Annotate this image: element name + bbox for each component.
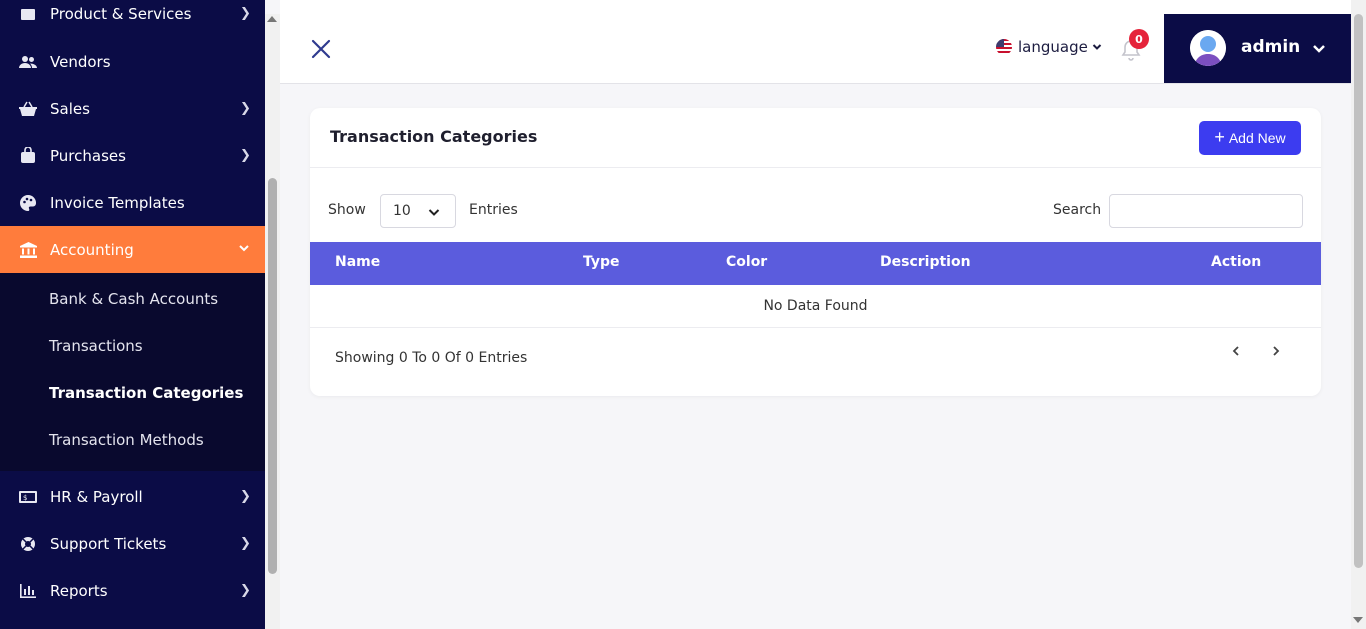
transaction-categories-card: Transaction Categories + Add New Show 10… <box>310 108 1321 396</box>
chevron-right-icon: ❯ <box>240 583 251 598</box>
lifebuoy-icon <box>19 535 37 553</box>
sidebar-item-purchases[interactable]: Purchases ❯ <box>0 132 265 179</box>
chevron-down-icon <box>238 242 250 257</box>
entries-value: 10 <box>393 203 411 219</box>
chevron-down-icon <box>428 209 440 216</box>
chevron-right-icon <box>1273 346 1280 356</box>
sidebar-item-label: Accounting <box>50 240 134 259</box>
sidebar-item-label: Support Tickets <box>50 534 167 553</box>
close-icon <box>311 39 331 59</box>
chevron-right-icon: ❯ <box>240 148 251 163</box>
sidebar-item-label: HR & Payroll <box>50 487 143 506</box>
sidebar-item-hr-payroll[interactable]: $ HR & Payroll ❯ <box>0 473 265 520</box>
sidebar-item-label: Product & Services <box>50 4 192 23</box>
scroll-down-arrow-icon[interactable] <box>1353 617 1363 623</box>
accounting-submenu: Bank & Cash Accounts Transactions Transa… <box>0 273 265 471</box>
add-new-label: Add New <box>1228 130 1286 146</box>
empty-table-message: No Data Found <box>763 298 868 314</box>
sidebar-scrollbar-thumb[interactable] <box>268 178 277 574</box>
basket-icon <box>19 100 37 118</box>
sidebar-item-label: Invoice Templates <box>50 193 185 212</box>
language-selector[interactable]: language <box>996 38 1102 56</box>
sidebar-item-label: Reports <box>50 581 108 600</box>
next-page-button[interactable] <box>1268 343 1284 359</box>
bag-icon <box>19 147 37 165</box>
table-header: Name Type Color Description Action <box>310 242 1321 285</box>
box-icon <box>19 5 37 23</box>
submenu-item-bank-cash-accounts[interactable]: Bank & Cash Accounts <box>49 290 218 308</box>
entries-label: Entries <box>469 202 518 218</box>
column-header-name[interactable]: Name <box>335 254 380 270</box>
sidebar-item-sales[interactable]: Sales ❯ <box>0 85 265 132</box>
sidebar-item-vendors[interactable]: Vendors <box>0 38 265 85</box>
submenu-item-transaction-methods[interactable]: Transaction Methods <box>49 431 204 449</box>
us-flag-icon <box>996 39 1012 55</box>
column-header-color[interactable]: Color <box>726 254 767 270</box>
search-input[interactable] <box>1109 194 1303 228</box>
notification-count-badge: 0 <box>1129 29 1149 49</box>
palette-icon <box>19 194 37 212</box>
page-scrollbar-thumb[interactable] <box>1354 14 1363 568</box>
sidebar-item-label: Purchases <box>50 146 126 165</box>
sidebar: Product & Services ❯ Vendors Sales ❯ Pur… <box>0 0 265 629</box>
sidebar-item-label: Sales <box>50 99 90 118</box>
chevron-left-icon <box>1232 346 1239 356</box>
chevron-right-icon: ❯ <box>240 536 251 551</box>
chevron-right-icon: ❯ <box>240 101 251 116</box>
scroll-up-arrow-icon[interactable] <box>267 16 277 22</box>
submenu-item-transaction-categories[interactable]: Transaction Categories <box>49 384 243 402</box>
sidebar-item-label: Vendors <box>50 52 111 71</box>
sidebar-item-product-services[interactable]: Product & Services ❯ <box>0 0 265 37</box>
search-label: Search <box>1053 202 1102 218</box>
close-sidebar-button[interactable] <box>310 38 332 60</box>
add-new-button[interactable]: + Add New <box>1199 121 1301 155</box>
user-avatar-icon <box>1190 30 1226 66</box>
entries-per-page-select[interactable]: 10 <box>380 194 456 228</box>
users-icon <box>19 53 37 71</box>
page-title: Transaction Categories <box>330 127 538 146</box>
avatar <box>1190 30 1226 66</box>
column-header-type[interactable]: Type <box>583 254 620 270</box>
show-label: Show <box>328 202 366 218</box>
bank-icon <box>19 241 37 259</box>
chevron-right-icon: ❯ <box>240 6 251 21</box>
money-icon: $ <box>19 488 37 506</box>
chevron-down-icon <box>1092 44 1102 50</box>
plus-icon: + <box>1214 127 1225 147</box>
sidebar-item-reports[interactable]: Reports ❯ <box>0 567 265 614</box>
previous-page-button[interactable] <box>1228 343 1244 359</box>
pagination-info: Showing 0 To 0 Of 0 Entries <box>335 350 528 366</box>
user-menu[interactable]: admin <box>1164 14 1351 83</box>
sidebar-item-support-tickets[interactable]: Support Tickets ❯ <box>0 520 265 567</box>
svg-text:$: $ <box>23 494 27 502</box>
sidebar-item-accounting[interactable]: Accounting <box>0 226 265 273</box>
column-header-action[interactable]: Action <box>1211 254 1261 270</box>
user-name: admin <box>1241 37 1301 57</box>
card-divider <box>310 167 1321 168</box>
bar-chart-icon <box>19 582 37 600</box>
language-label: language <box>1018 38 1088 56</box>
chevron-down-icon <box>1313 45 1325 53</box>
sidebar-item-invoice-templates[interactable]: Invoice Templates <box>0 179 265 226</box>
chevron-right-icon: ❯ <box>240 489 251 504</box>
submenu-item-transactions[interactable]: Transactions <box>49 337 143 355</box>
column-header-description[interactable]: Description <box>880 254 971 270</box>
table-row: No Data Found <box>310 285 1321 328</box>
